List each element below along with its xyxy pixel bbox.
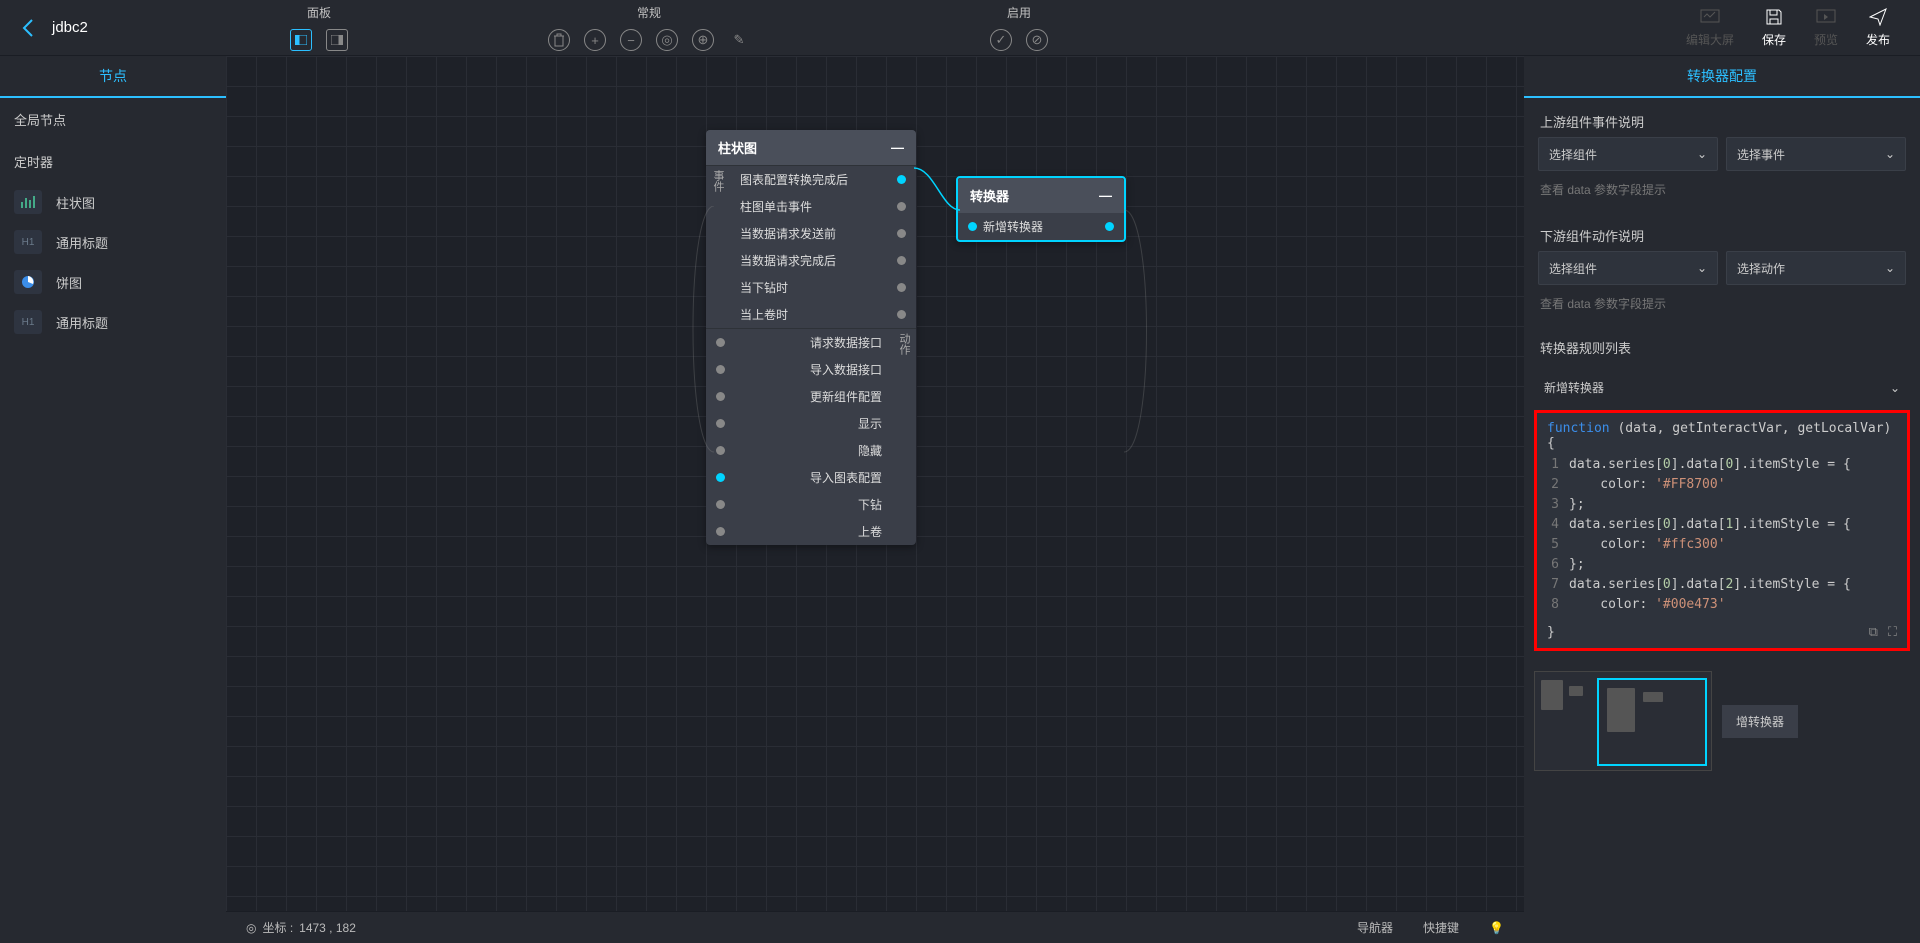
action-port-request[interactable]: 请求数据接口 xyxy=(706,329,892,356)
coords-label: 坐标 : xyxy=(262,919,293,936)
routine-label: 常规 xyxy=(637,4,661,21)
copy-icon[interactable]: ⧉ xyxy=(1869,625,1878,640)
eraser-icon[interactable]: ✎ xyxy=(728,29,750,51)
left-sidebar: 节点 全局节点 定时器 柱状图 H1 通用标题 饼图 H1 通用标题 xyxy=(0,56,226,943)
app-header: jdbc2 面板 常规 + − ◎ ⊕ ✎ 启用 ✓ ⊘ 编辑大屏 xyxy=(0,0,1920,56)
node-label: 柱状图 xyxy=(56,193,95,212)
select-action[interactable]: 选择动作 ⌄ xyxy=(1726,251,1906,285)
action-port-import-data[interactable]: 导入数据接口 xyxy=(706,356,892,383)
chevron-down-icon: ⌄ xyxy=(1890,381,1900,395)
select-component-upstream[interactable]: 选择组件 ⌄ xyxy=(1538,137,1718,171)
collapse-icon[interactable]: — xyxy=(1099,188,1112,203)
node-label: 饼图 xyxy=(56,273,82,292)
select-event[interactable]: 选择事件 ⌄ xyxy=(1726,137,1906,171)
rule-list-header: 转换器规则列表 xyxy=(1524,326,1920,369)
target-icon[interactable]: ◎ xyxy=(656,29,678,51)
action-port-update-config[interactable]: 更新组件配置 xyxy=(706,383,892,410)
minimap[interactable] xyxy=(1534,671,1712,771)
event-port-before-request[interactable]: 当数据请求发送前 xyxy=(730,220,916,247)
nodes-tab[interactable]: 节点 xyxy=(0,56,226,98)
action-port-show[interactable]: 显示 xyxy=(706,410,892,437)
actions-group-label: 动作 xyxy=(892,329,916,545)
downstream-label: 下游组件动作说明 xyxy=(1524,212,1920,251)
chevron-down-icon: ⌄ xyxy=(1885,147,1895,161)
events-group-label: 事件 xyxy=(706,166,730,328)
sidebar-node-title-1[interactable]: H1 通用标题 xyxy=(0,222,226,262)
pie-icon xyxy=(14,270,42,294)
canvas[interactable]: 柱状图 — 事件 图表配置转换完成后 柱图单击事件 当数据请求发送前 当数据请求… xyxy=(226,56,1524,943)
upstream-hint: 查看 data 参数字段提示 xyxy=(1524,181,1920,212)
coords-value: 1473 , 182 xyxy=(299,921,356,935)
fullscreen-icon[interactable]: ⛶ xyxy=(1888,625,1897,640)
bulb-icon[interactable]: 💡 xyxy=(1489,921,1504,935)
upstream-label: 上游组件事件说明 xyxy=(1524,98,1920,137)
locate-icon[interactable]: ⊕ xyxy=(692,29,714,51)
right-sidebar: 转换器配置 上游组件事件说明 选择组件 ⌄ 选择事件 ⌄ 查看 data 参数字… xyxy=(1524,56,1920,943)
downstream-hint: 查看 data 参数字段提示 xyxy=(1524,295,1920,326)
enable-label: 启用 xyxy=(1007,4,1031,21)
event-port-config-done[interactable]: 图表配置转换完成后 xyxy=(730,166,916,193)
node-label: 通用标题 xyxy=(56,313,108,332)
global-nodes-header: 全局节点 xyxy=(0,98,226,140)
event-port-rollup[interactable]: 当上卷时 xyxy=(730,301,916,328)
canvas-node-bar-chart[interactable]: 柱状图 — 事件 图表配置转换完成后 柱图单击事件 当数据请求发送前 当数据请求… xyxy=(706,130,916,545)
node-header[interactable]: 转换器 — xyxy=(958,178,1124,213)
header-routine-section: 常规 + − ◎ ⊕ ✎ xyxy=(508,4,790,51)
minimap-label: 增转换器 xyxy=(1722,705,1798,738)
sidebar-node-pie[interactable]: 饼图 xyxy=(0,262,226,302)
location-icon: ◎ xyxy=(246,921,256,935)
action-port-drill[interactable]: 下钻 xyxy=(706,491,892,518)
status-bar: ◎ 坐标 : 1473 , 182 导航器 快捷键 💡 xyxy=(226,911,1524,943)
node-label: 通用标题 xyxy=(56,233,108,252)
select-component-downstream[interactable]: 选择组件 ⌄ xyxy=(1538,251,1718,285)
edit-screen-button[interactable]: 编辑大屏 xyxy=(1686,8,1734,48)
h1-icon: H1 xyxy=(14,310,42,334)
navigator-button[interactable]: 导航器 xyxy=(1357,919,1393,936)
action-port-roll[interactable]: 上卷 xyxy=(706,518,892,545)
bar-chart-icon xyxy=(14,190,42,214)
action-port-import-chart[interactable]: 导入图表配置 xyxy=(706,464,892,491)
rule-item-new-transformer[interactable]: 新增转换器 ⌄ xyxy=(1524,369,1920,406)
chevron-down-icon: ⌄ xyxy=(1697,261,1707,275)
code-editor[interactable]: function (data, getInteractVar, getLocal… xyxy=(1534,410,1910,651)
node-header[interactable]: 柱状图 — xyxy=(706,130,916,165)
chevron-down-icon: ⌄ xyxy=(1697,147,1707,161)
disable-icon[interactable]: ⊘ xyxy=(1026,29,1048,51)
header-right-actions: 编辑大屏 保存 预览 发布 xyxy=(1686,8,1920,48)
header-enable-section: 启用 ✓ ⊘ xyxy=(950,4,1088,51)
transformer-port[interactable]: 新增转换器 xyxy=(958,213,1124,240)
add-icon[interactable]: + xyxy=(584,29,606,51)
back-button[interactable] xyxy=(0,18,40,38)
event-port-drilldown[interactable]: 当下钻时 xyxy=(730,274,916,301)
shortcut-button[interactable]: 快捷键 xyxy=(1423,919,1459,936)
header-panel-section: 面板 xyxy=(250,4,388,51)
check-icon[interactable]: ✓ xyxy=(990,29,1012,51)
panel-label: 面板 xyxy=(307,4,331,21)
publish-button[interactable]: 发布 xyxy=(1866,8,1890,48)
page-title: jdbc2 xyxy=(40,19,250,36)
collapse-icon[interactable]: — xyxy=(891,140,904,155)
trash-icon[interactable] xyxy=(548,29,570,51)
h1-icon: H1 xyxy=(14,230,42,254)
timer-header: 定时器 xyxy=(0,140,226,182)
minus-icon[interactable]: − xyxy=(620,29,642,51)
panel-left-icon[interactable] xyxy=(290,29,312,51)
chevron-down-icon: ⌄ xyxy=(1885,261,1895,275)
function-keyword: function xyxy=(1547,421,1610,436)
sidebar-node-bar-chart[interactable]: 柱状图 xyxy=(0,182,226,222)
transformer-config-tab[interactable]: 转换器配置 xyxy=(1524,56,1920,98)
preview-button[interactable]: 预览 xyxy=(1814,8,1838,48)
save-button[interactable]: 保存 xyxy=(1762,8,1786,48)
event-port-bar-click[interactable]: 柱图单击事件 xyxy=(730,193,916,220)
action-port-hide[interactable]: 隐藏 xyxy=(706,437,892,464)
event-port-after-request[interactable]: 当数据请求完成后 xyxy=(730,247,916,274)
canvas-node-transformer[interactable]: 转换器 — 新增转换器 xyxy=(956,176,1126,242)
panel-right-icon[interactable] xyxy=(326,29,348,51)
sidebar-node-title-2[interactable]: H1 通用标题 xyxy=(0,302,226,342)
